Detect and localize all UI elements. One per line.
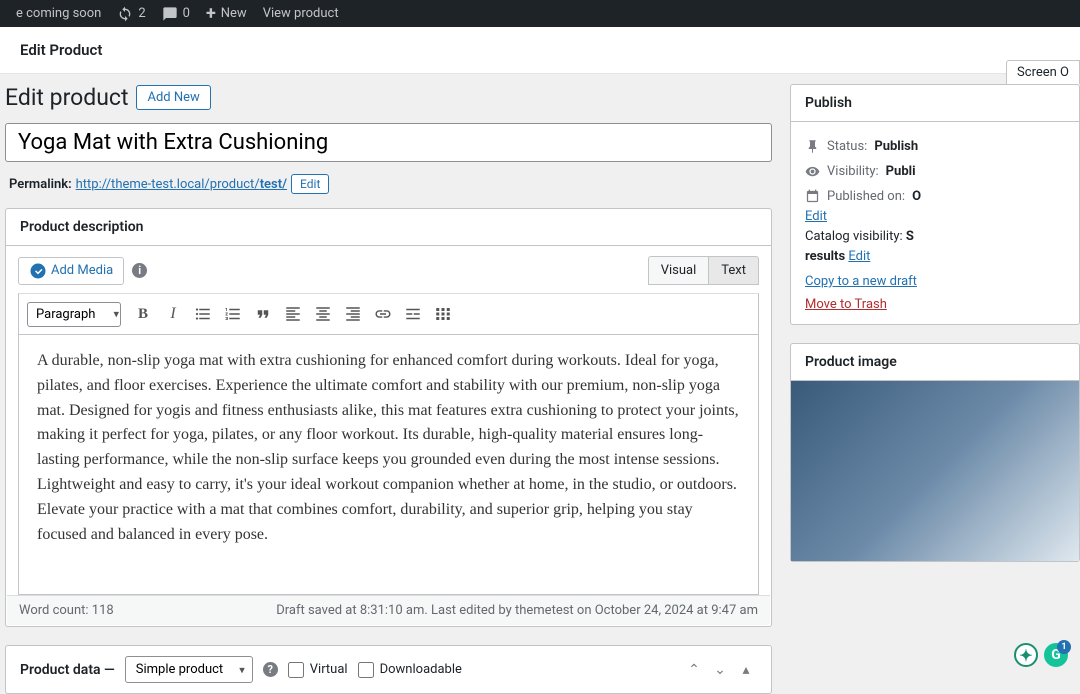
- status-label: Status:: [827, 139, 867, 154]
- updates-link[interactable]: 2: [109, 6, 153, 22]
- coming-soon-badge[interactable]: e coming soon: [8, 6, 109, 21]
- calendar-icon: [805, 189, 820, 204]
- plus-icon: +: [206, 3, 216, 24]
- panel-collapse-button[interactable]: ▴: [735, 659, 757, 681]
- published-value: O: [912, 189, 921, 204]
- description-panel-title: Product description: [20, 219, 757, 235]
- align-left-button[interactable]: [279, 300, 307, 328]
- downloadable-checkbox[interactable]: [358, 662, 374, 678]
- catalog-value: S: [906, 229, 914, 244]
- product-image-thumbnail[interactable]: [791, 381, 1079, 561]
- media-icon: [29, 262, 47, 280]
- help-icon[interactable]: i: [132, 263, 147, 278]
- editor-tabs: Visual Text: [648, 256, 759, 285]
- read-more-button[interactable]: [399, 300, 427, 328]
- link-button[interactable]: [369, 300, 397, 328]
- move-to-trash-link[interactable]: Move to Trash: [805, 297, 887, 312]
- edit-permalink-button[interactable]: Edit: [291, 174, 329, 194]
- product-data-title: Product data —: [20, 662, 115, 678]
- published-label: Published on:: [827, 189, 905, 204]
- pin-icon: [805, 139, 820, 154]
- publish-panel: Publish Status: Publish Visibility: Publ…: [790, 84, 1080, 325]
- view-product-link[interactable]: View product: [255, 6, 347, 21]
- edit-catalog-link[interactable]: Edit: [848, 249, 870, 264]
- visibility-label: Visibility:: [827, 164, 879, 179]
- editor-content[interactable]: A durable, non-slip yoga mat with extra …: [18, 335, 759, 595]
- new-content-link[interactable]: + New: [198, 3, 255, 24]
- eye-icon: [805, 164, 820, 179]
- last-edited: Draft saved at 8:31:10 am. Last edited b…: [276, 603, 758, 618]
- numbered-list-button[interactable]: [219, 300, 247, 328]
- panel-up-button[interactable]: ⌃: [683, 659, 705, 681]
- permalink-row: Permalink: http://theme-test.local/produ…: [5, 168, 772, 208]
- bold-button[interactable]: B: [129, 300, 157, 328]
- catalog-label: Catalog visibility:: [805, 229, 903, 244]
- header-title: Edit Product: [20, 41, 1060, 59]
- paragraph-select[interactable]: Paragraph: [27, 302, 121, 327]
- page-title: Edit product: [5, 84, 128, 111]
- product-type-select[interactable]: Simple product: [125, 656, 253, 683]
- screen-options-tab[interactable]: Screen O: [1006, 60, 1080, 84]
- blockquote-button[interactable]: [249, 300, 277, 328]
- comments-link[interactable]: 0: [154, 6, 198, 22]
- comments-count: 0: [183, 6, 190, 21]
- product-image-title: Product image: [791, 344, 1079, 381]
- header-bar: Edit Product: [0, 27, 1080, 74]
- description-panel: Product description Add Media i Visual T…: [5, 208, 772, 627]
- new-label: New: [221, 6, 247, 21]
- align-center-button[interactable]: [309, 300, 337, 328]
- updates-count: 2: [138, 6, 145, 21]
- virtual-checkbox[interactable]: [288, 662, 304, 678]
- word-count: Word count: 118: [19, 603, 114, 618]
- tab-visual[interactable]: Visual: [648, 256, 709, 285]
- copy-draft-link[interactable]: Copy to a new draft: [805, 274, 917, 289]
- permalink-url[interactable]: http://theme-test.local/product/test/: [76, 177, 287, 192]
- kitchen-sink-button[interactable]: [429, 300, 457, 328]
- admin-bar: e coming soon 2 0 + New View product: [0, 0, 1080, 27]
- bullet-list-button[interactable]: [189, 300, 217, 328]
- panel-down-button[interactable]: ⌄: [709, 659, 731, 681]
- product-image-panel: Product image: [790, 343, 1080, 562]
- virtual-checkbox-wrap[interactable]: Virtual: [288, 662, 348, 678]
- add-new-button[interactable]: Add New: [136, 85, 210, 110]
- coming-soon-text: e coming soon: [16, 6, 101, 21]
- comment-icon: [162, 6, 178, 22]
- product-title-input[interactable]: [5, 123, 772, 162]
- publish-panel-title: Publish: [791, 85, 1079, 122]
- align-right-button[interactable]: [339, 300, 367, 328]
- add-media-label: Add Media: [51, 263, 113, 278]
- visibility-value: Publi: [886, 164, 916, 179]
- edit-date-link[interactable]: Edit: [805, 209, 827, 224]
- tab-text[interactable]: Text: [708, 256, 759, 285]
- view-product-label: View product: [263, 6, 339, 21]
- italic-button[interactable]: I: [159, 300, 187, 328]
- product-data-panel: Product data — Simple product ? Virtual …: [5, 645, 772, 694]
- refresh-icon: [117, 6, 133, 22]
- catalog-line2: results: [805, 249, 845, 264]
- add-media-button[interactable]: Add Media: [18, 257, 124, 285]
- status-value: Publish: [874, 139, 918, 154]
- format-toolbar: Paragraph B I: [18, 293, 759, 335]
- downloadable-checkbox-wrap[interactable]: Downloadable: [358, 662, 462, 678]
- permalink-label: Permalink:: [9, 177, 72, 192]
